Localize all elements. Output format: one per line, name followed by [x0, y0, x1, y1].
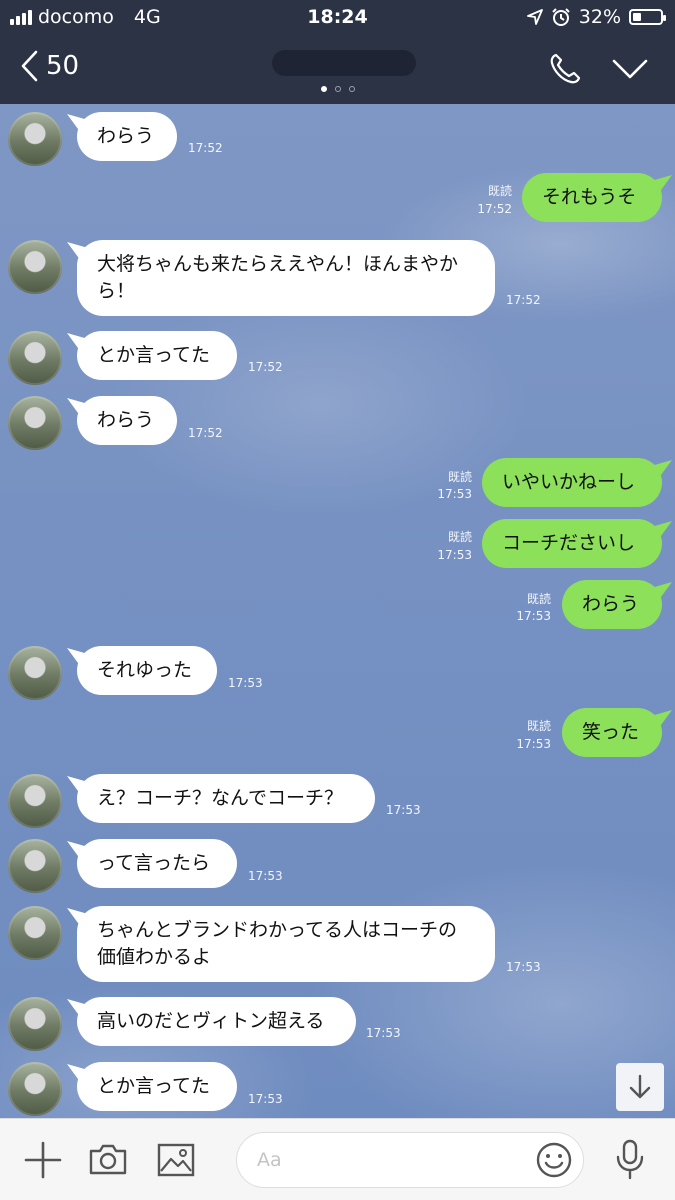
message-text: 笑った	[582, 721, 640, 743]
message-text: とか言ってた	[97, 344, 211, 366]
message-bubble-incoming[interactable]: 高いのだとヴィトン超える	[77, 997, 356, 1046]
message-text: いやいかねーし	[502, 471, 636, 493]
battery-icon	[629, 9, 666, 25]
message-input[interactable]	[236, 1132, 584, 1188]
message-time: 17:52	[506, 293, 541, 307]
location-icon	[526, 9, 543, 25]
message-text: 高いのだとヴィトン超える	[97, 1010, 325, 1032]
avatar[interactable]	[8, 240, 62, 294]
battery-percent: 32%	[578, 6, 621, 28]
message-time: 17:53	[228, 676, 263, 690]
message-text: コーチださいし	[502, 532, 636, 554]
message-time: 17:53	[506, 960, 541, 974]
message-time: 17:53	[437, 487, 472, 501]
message-time: 17:53	[437, 548, 472, 562]
message-time: 17:52	[188, 426, 223, 440]
avatar[interactable]	[8, 331, 62, 385]
message-time: 17:52	[477, 202, 512, 216]
message-bubble-incoming[interactable]: それゆった	[77, 646, 217, 695]
chat-name-redacted	[272, 50, 416, 76]
message-text: それゆった	[97, 659, 193, 681]
arrow-down-icon	[629, 1074, 651, 1099]
read-receipt: 既読	[526, 719, 551, 733]
chat-header: 50	[0, 36, 675, 104]
chevron-left-icon	[21, 50, 38, 82]
avatar[interactable]	[8, 112, 62, 166]
status-bar: docomo 4G 18:24 32%	[0, 0, 675, 36]
read-receipt: 既読	[526, 592, 551, 606]
read-receipt: 既読	[447, 470, 472, 484]
back-button[interactable]: 50	[20, 50, 79, 82]
message-bubble-incoming[interactable]: って言ったら	[77, 839, 237, 888]
microphone-icon[interactable]	[614, 1139, 646, 1181]
avatar[interactable]	[8, 396, 62, 450]
message-time: 17:52	[188, 141, 223, 155]
message-bubble-outgoing[interactable]: コーチださいし	[482, 519, 662, 568]
image-icon[interactable]	[157, 1143, 195, 1177]
message-bubble-incoming[interactable]: 大将ちゃんも来たらええやん！ほんまやか ら！	[77, 240, 495, 316]
avatar[interactable]	[8, 774, 62, 828]
message-bubble-incoming[interactable]: え？コーチ？なんでコーチ？	[77, 774, 375, 823]
message-time: 17:53	[248, 1092, 283, 1106]
page-dot	[334, 86, 341, 92]
message-list[interactable]: わらう 17:52 既読 17:52 それもうそ 大将ちゃんも来たらええやん！ほ…	[0, 104, 675, 1118]
message-bubble-incoming[interactable]: ちゃんとブランドわかってる人はコーチの 価値わかるよ	[77, 906, 495, 982]
status-right: 32%	[526, 6, 666, 28]
read-receipt: 既読	[487, 184, 512, 198]
avatar[interactable]	[8, 646, 62, 700]
message-text: 大将ちゃんも来たらええやん！ほんまやか ら！	[97, 253, 459, 302]
camera-icon[interactable]	[88, 1142, 128, 1176]
unread-count: 50	[46, 51, 80, 81]
message-time: 17:53	[366, 1026, 401, 1040]
message-time: 17:53	[248, 869, 283, 883]
chevron-down-icon[interactable]	[612, 58, 648, 80]
message-time: 17:53	[386, 803, 421, 817]
message-text: え？コーチ？なんでコーチ？	[97, 787, 344, 809]
message-bubble-incoming[interactable]: とか言ってた	[77, 1062, 237, 1111]
plus-icon[interactable]	[24, 1141, 62, 1179]
scroll-to-bottom-button[interactable]	[616, 1063, 664, 1111]
message-text: ちゃんとブランドわかってる人はコーチの 価値わかるよ	[97, 919, 458, 968]
avatar[interactable]	[8, 839, 62, 893]
message-bubble-outgoing[interactable]: 笑った	[562, 708, 662, 757]
read-receipt: 既読	[447, 530, 472, 544]
message-time: 17:53	[516, 737, 551, 751]
message-text: それもうそ	[542, 186, 637, 208]
message-text: とか言ってた	[97, 1075, 211, 1097]
message-bubble-outgoing[interactable]: それもうそ	[522, 173, 662, 222]
page-indicator	[0, 86, 675, 92]
message-text: わらう	[97, 409, 155, 431]
avatar[interactable]	[8, 997, 62, 1051]
message-text: って言ったら	[97, 852, 211, 874]
page-dot	[348, 86, 355, 92]
message-bubble-incoming[interactable]: わらう	[77, 112, 177, 161]
message-text: わらう	[97, 125, 155, 147]
input-bar	[0, 1118, 675, 1200]
message-bubble-incoming[interactable]: わらう	[77, 396, 177, 445]
avatar[interactable]	[8, 906, 62, 960]
page-dot	[320, 86, 327, 92]
emoji-icon[interactable]	[535, 1141, 573, 1179]
message-time: 17:52	[248, 360, 283, 374]
message-text: わらう	[582, 593, 640, 615]
message-bubble-incoming[interactable]: とか言ってた	[77, 331, 237, 380]
battery-fill	[633, 13, 641, 21]
avatar[interactable]	[8, 1062, 62, 1116]
message-time: 17:53	[516, 609, 551, 623]
message-bubble-outgoing[interactable]: いやいかねーし	[482, 458, 662, 507]
phone-icon[interactable]	[548, 52, 582, 86]
alarm-icon	[552, 8, 570, 26]
message-bubble-outgoing[interactable]: わらう	[562, 580, 662, 629]
